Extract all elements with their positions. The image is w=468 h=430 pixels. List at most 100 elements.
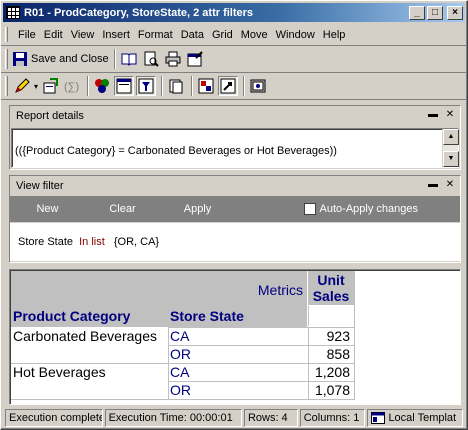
auto-apply-checkbox[interactable] xyxy=(303,203,316,215)
toolbar2-grip[interactable] xyxy=(5,76,8,96)
close-button[interactable]: × xyxy=(447,5,463,20)
view-filter-toggle[interactable] xyxy=(136,76,157,96)
formula-button[interactable]: (∑) xyxy=(62,76,82,96)
filter-condition[interactable]: Store State In list {OR, CA} xyxy=(18,236,159,248)
view-filter-panel: View filter ▬ ✕ New Clear Apply Auto-App… xyxy=(9,175,461,263)
sql-view-button[interactable] xyxy=(248,76,268,96)
report-grid[interactable]: Metrics Unit Sales Product Category Stor… xyxy=(9,269,461,405)
svg-text:(∑): (∑) xyxy=(64,81,79,93)
grid-view-button[interactable] xyxy=(196,76,216,96)
menu-separator xyxy=(1,45,467,46)
report-details-minimize-button[interactable]: ▬ xyxy=(426,109,440,123)
report-details-toggle[interactable] xyxy=(114,76,135,96)
status-columns: Columns: 1 xyxy=(299,409,366,427)
properties-button[interactable] xyxy=(185,49,205,69)
view-filter-toolbar: New Clear Apply Auto-Apply changes xyxy=(10,196,460,222)
report-details-textbox[interactable]: (({Product Category} = Carbonated Bevera… xyxy=(11,128,459,168)
row-state-cell[interactable]: OR xyxy=(170,346,191,362)
edit-button[interactable] xyxy=(12,76,32,96)
scroll-up-button[interactable]: ▲ xyxy=(443,129,459,145)
save-and-close-button[interactable]: Save and Close xyxy=(12,49,109,69)
open-book-button[interactable] xyxy=(119,49,139,69)
view-filter-close-button[interactable]: ✕ xyxy=(443,179,457,193)
metrics-label[interactable]: Metrics xyxy=(170,271,307,305)
row-value-cell[interactable]: 858 xyxy=(310,346,350,362)
design-mode-button[interactable] xyxy=(40,76,60,96)
status-execution: Execution complete xyxy=(5,409,103,427)
filter-operator[interactable]: In list xyxy=(79,236,105,248)
pencil-icon xyxy=(15,78,30,93)
menu-format[interactable]: Format xyxy=(134,29,177,41)
menu-grip[interactable] xyxy=(5,27,8,42)
print-button[interactable] xyxy=(163,49,183,69)
grid-line xyxy=(354,271,355,400)
store-state-header[interactable]: Store State xyxy=(170,308,244,324)
unit-sales-header[interactable]: Unit Sales xyxy=(308,271,354,305)
filter-new-button[interactable]: New xyxy=(10,203,85,215)
toolbar-separator-line xyxy=(1,72,467,73)
standard-toolbar: Save and Close xyxy=(5,47,207,71)
sql-view-icon xyxy=(250,79,266,93)
print-preview-icon xyxy=(144,51,159,67)
row-value-cell[interactable]: 1,208 xyxy=(310,364,350,380)
report-details-title: Report details xyxy=(16,110,84,122)
menu-view[interactable]: View xyxy=(67,29,99,41)
menu-insert[interactable]: Insert xyxy=(98,29,134,41)
report-details-text: (({Product Category} = Carbonated Bevera… xyxy=(15,145,337,157)
edit-dropdown-arrow[interactable]: ▾ xyxy=(34,82,38,91)
page-by-button[interactable] xyxy=(166,76,186,96)
print-preview-button[interactable] xyxy=(141,49,161,69)
filter-condition-area[interactable]: Store State In list {OR, CA} xyxy=(10,223,460,261)
report-details-panel: Report details ▬ ✕ (({Product Category} … xyxy=(9,105,461,170)
menu-window[interactable]: Window xyxy=(272,29,319,41)
maximize-button[interactable]: □ xyxy=(427,5,443,20)
title-bar[interactable]: R01 - ProdCategory, StoreState, 2 attr f… xyxy=(3,3,465,22)
row-state-cell[interactable]: OR xyxy=(170,382,191,398)
row-category-cell[interactable]: Hot Beverages xyxy=(13,364,106,380)
printer-icon xyxy=(165,51,181,67)
filter-apply-button[interactable]: Apply xyxy=(160,203,235,215)
graph-view-icon xyxy=(220,78,236,94)
graph-view-button[interactable] xyxy=(218,76,239,96)
toolbar-grip[interactable] xyxy=(5,49,8,69)
report-toolbar: ▾ (∑) xyxy=(5,74,270,98)
row-value-cell[interactable]: 1,078 xyxy=(310,382,350,398)
floppy-disk-icon xyxy=(13,52,27,66)
page-by-icon xyxy=(169,79,183,94)
formula-disabled-icon: (∑) xyxy=(64,81,79,93)
menu-move[interactable]: Move xyxy=(237,29,272,41)
view-filter-title: View filter xyxy=(16,180,64,192)
row-value-cell[interactable]: 923 xyxy=(310,328,350,344)
row-state-cell[interactable]: CA xyxy=(170,328,189,344)
menu-help[interactable]: Help xyxy=(319,29,350,41)
scroll-down-button[interactable]: ▼ xyxy=(443,151,459,167)
status-execution-time: Execution Time: 00:00:01 xyxy=(104,409,242,427)
view-filter-minimize-button[interactable]: ▬ xyxy=(426,179,440,193)
properties-icon xyxy=(187,51,203,67)
status-rows: Rows: 4 xyxy=(243,409,298,427)
toolbar2-separator-line xyxy=(1,99,467,100)
report-details-scrollbar[interactable]: ▲ ▼ xyxy=(442,129,459,167)
menu-grid[interactable]: Grid xyxy=(208,29,237,41)
toolbar2-separator-1 xyxy=(87,76,90,96)
menu-file[interactable]: File xyxy=(14,29,40,41)
grid-app-icon xyxy=(6,6,20,19)
save-and-close-label: Save and Close xyxy=(31,53,109,65)
menu-edit[interactable]: Edit xyxy=(40,29,67,41)
minimize-button[interactable]: _ xyxy=(409,5,425,20)
design-mode-icon xyxy=(43,78,59,94)
filter-clear-button[interactable]: Clear xyxy=(85,203,160,215)
product-category-header[interactable]: Product Category xyxy=(13,308,131,324)
report-details-icon xyxy=(116,78,132,94)
object-browser-icon xyxy=(95,79,110,93)
report-details-close-button[interactable]: ✕ xyxy=(443,109,457,123)
menu-data[interactable]: Data xyxy=(177,29,208,41)
row-state-cell[interactable]: CA xyxy=(170,364,189,380)
filter-values[interactable]: {OR, CA} xyxy=(114,236,159,248)
filter-attribute[interactable]: Store State xyxy=(18,236,73,248)
unit-sales-header-line2: Sales xyxy=(312,288,350,304)
unit-sales-header-line1: Unit xyxy=(317,272,345,288)
filter-editor-button[interactable] xyxy=(92,76,112,96)
row-category-cell[interactable]: Carbonated Beverages xyxy=(13,328,157,344)
auto-apply-label[interactable]: Auto-Apply changes xyxy=(320,203,418,215)
